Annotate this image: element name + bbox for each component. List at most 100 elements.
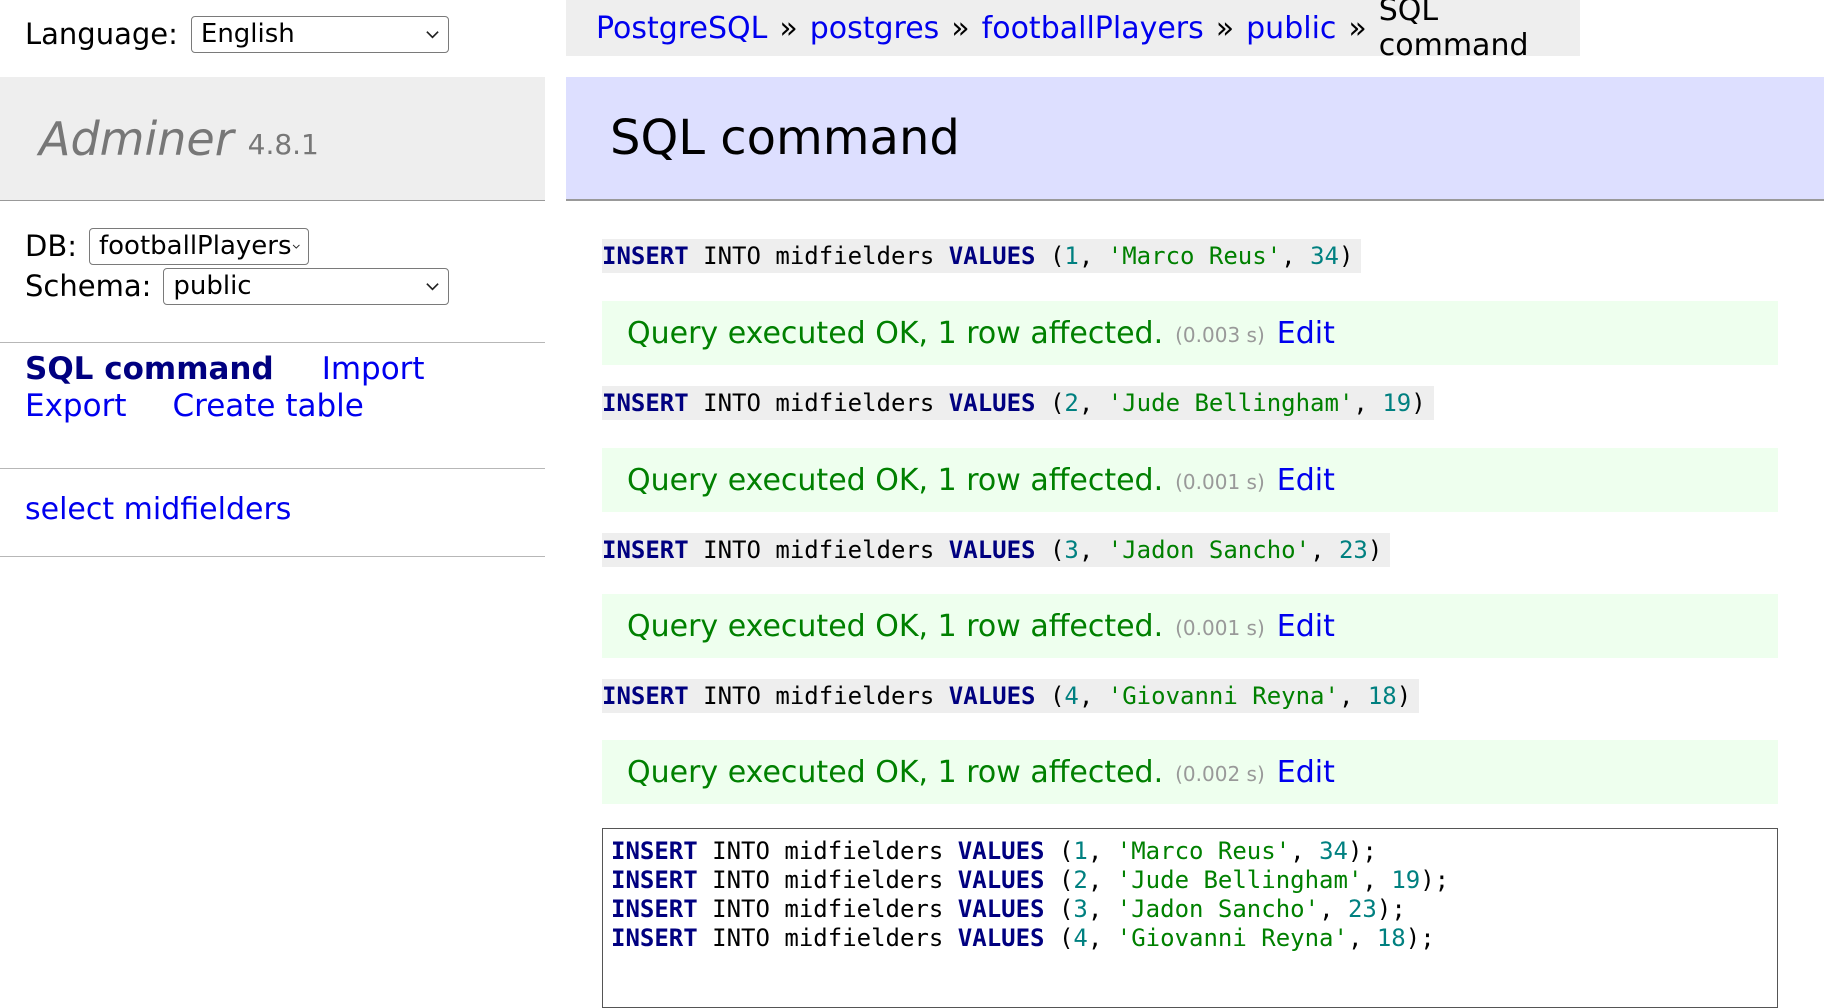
sql-keyword: VALUES [948, 536, 1036, 564]
sql-string: 'Marco Reus' [1107, 242, 1282, 270]
sql-text: INTO midfielders [697, 837, 958, 865]
success-message: Query executed OK, 1 row affected. (0.00… [602, 301, 1778, 365]
breadcrumb-item-postgres[interactable]: postgres [810, 11, 940, 46]
sql-number: 4 [1073, 924, 1088, 952]
app-name-link[interactable]: Adminer [39, 112, 234, 166]
edit-link[interactable]: Edit [1277, 463, 1335, 498]
sql-string: 'Jadon Sancho' [1116, 895, 1320, 923]
chevron-down-icon [292, 244, 300, 249]
success-message: Query executed OK, 1 row affected. (0.00… [602, 448, 1778, 512]
edit-link[interactable]: Edit [1277, 316, 1335, 351]
sql-number: 18 [1376, 924, 1406, 952]
message-text: Query executed OK, 1 row affected. [627, 754, 1164, 790]
breadcrumb-separator: » [951, 10, 970, 46]
breadcrumb-current: SQL command [1378, 0, 1529, 63]
sql-number: 23 [1347, 895, 1377, 923]
success-message: Query executed OK, 1 row affected. (0.00… [602, 740, 1778, 804]
sql-keyword: VALUES [948, 242, 1036, 270]
menu-export[interactable]: Export [25, 388, 126, 424]
db-selected: footballPlayers [99, 231, 292, 261]
sql-string: 'Jadon Sancho' [1107, 536, 1311, 564]
breadcrumb-separator: » [1215, 10, 1235, 46]
breadcrumb-item-postgresql[interactable]: PostgreSQL [596, 11, 767, 46]
sql-number: 18 [1367, 682, 1397, 710]
language-select[interactable]: English [190, 15, 449, 53]
sql-keyword: VALUES [948, 682, 1036, 710]
sql-number: 4 [1064, 682, 1079, 710]
sql-number: 23 [1338, 536, 1368, 564]
sql-keyword: INSERT [602, 389, 689, 417]
sql-keyword: VALUES [957, 924, 1045, 952]
message-text: Query executed OK, 1 row affected. [627, 608, 1164, 644]
executed-query: INSERT INTO midfielders VALUES (3, 'Jado… [602, 533, 1391, 567]
sql-string: 'Giovanni Reyna' [1107, 682, 1339, 710]
editor-line: INSERT INTO midfielders VALUES (3, 'Jado… [611, 895, 1406, 923]
breadcrumb-separator: » [1348, 10, 1367, 46]
db-form: DB: footballPlayers Schema: public [25, 226, 450, 306]
sql-string: 'Giovanni Reyna' [1116, 924, 1348, 952]
sql-number: 1 [1073, 837, 1088, 865]
sql-keyword: INSERT [611, 924, 698, 952]
db-select[interactable]: footballPlayers [89, 227, 309, 265]
schema-label: Schema: [25, 269, 152, 303]
executed-query: INSERT INTO midfielders VALUES (4, 'Giov… [602, 679, 1420, 713]
executed-query: INSERT INTO midfielders VALUES (2, 'Jude… [602, 386, 1434, 420]
table-list: select midfielders [25, 492, 291, 527]
query-time: (0.001 s) [1175, 470, 1265, 494]
app-version: 4.8.1 [247, 128, 319, 161]
sql-keyword: VALUES [957, 837, 1045, 865]
menu-import[interactable]: Import [322, 351, 425, 387]
breadcrumb: PostgreSQL » postgres » footballPlayers … [566, 0, 1580, 63]
sql-number: 34 [1319, 837, 1348, 865]
success-message: Query executed OK, 1 row affected. (0.00… [602, 594, 1778, 658]
breadcrumb-separator: » [779, 10, 798, 46]
sql-keyword: INSERT [602, 682, 689, 710]
breadcrumb-item-schema[interactable]: public [1246, 11, 1336, 46]
app-header: Adminer 4.8.1 [0, 77, 545, 201]
page-title: SQL command [610, 110, 960, 166]
edit-link[interactable]: Edit [1277, 755, 1335, 790]
sql-text: INTO midfielders [688, 536, 949, 564]
sidebar-divider [0, 342, 545, 343]
sql-text: INTO midfielders [697, 866, 958, 894]
sql-string: 'Marco Reus' [1116, 837, 1291, 865]
sql-keyword: INSERT [611, 866, 698, 894]
table-select-midfielders-link[interactable]: select midfielders [25, 492, 291, 527]
menu-create-table[interactable]: Create table [172, 388, 363, 424]
query-time: (0.002 s) [1175, 762, 1265, 786]
sql-number: 19 [1382, 389, 1412, 417]
db-label: DB: [25, 229, 77, 263]
editor-line: INSERT INTO midfielders VALUES (2, 'Jude… [611, 866, 1450, 894]
sql-editor[interactable]: INSERT INTO midfielders VALUES (1, 'Marc… [602, 828, 1778, 1008]
sql-text: INTO midfielders [697, 924, 958, 952]
sql-number: 3 [1064, 536, 1079, 564]
schema-selected: public [173, 271, 252, 301]
sql-number: 34 [1310, 242, 1339, 270]
breadcrumb-item-database[interactable]: footballPlayers [982, 11, 1204, 46]
editor-line: INSERT INTO midfielders VALUES (1, 'Marc… [611, 837, 1377, 865]
sql-keyword: VALUES [957, 895, 1045, 923]
query-time: (0.003 s) [1175, 323, 1265, 347]
sql-number: 19 [1391, 866, 1421, 894]
sql-text: INTO midfielders [688, 389, 949, 417]
sql-keyword: VALUES [948, 389, 1036, 417]
menu-sql-command[interactable]: SQL command [25, 351, 274, 387]
language-form: Language: English [25, 14, 449, 54]
page-header: SQL command [566, 77, 1824, 201]
chevron-down-icon [426, 282, 440, 291]
language-label: Language: [25, 17, 178, 51]
message-text: Query executed OK, 1 row affected. [627, 462, 1164, 498]
sql-string: 'Jude Bellingham' [1116, 866, 1363, 894]
schema-select[interactable]: public [163, 267, 450, 305]
chevron-down-icon [426, 30, 439, 39]
query-time: (0.001 s) [1175, 616, 1265, 640]
sidebar-divider [0, 556, 545, 557]
editor-line: INSERT INTO midfielders VALUES (4, 'Giov… [611, 924, 1435, 952]
sql-number: 2 [1073, 866, 1088, 894]
language-selected: English [200, 19, 295, 49]
edit-link[interactable]: Edit [1277, 609, 1335, 644]
sql-keyword: INSERT [611, 895, 698, 923]
sql-keyword: INSERT [611, 837, 698, 865]
sql-number: 3 [1073, 895, 1088, 923]
sql-text: INTO midfielders [688, 242, 949, 270]
